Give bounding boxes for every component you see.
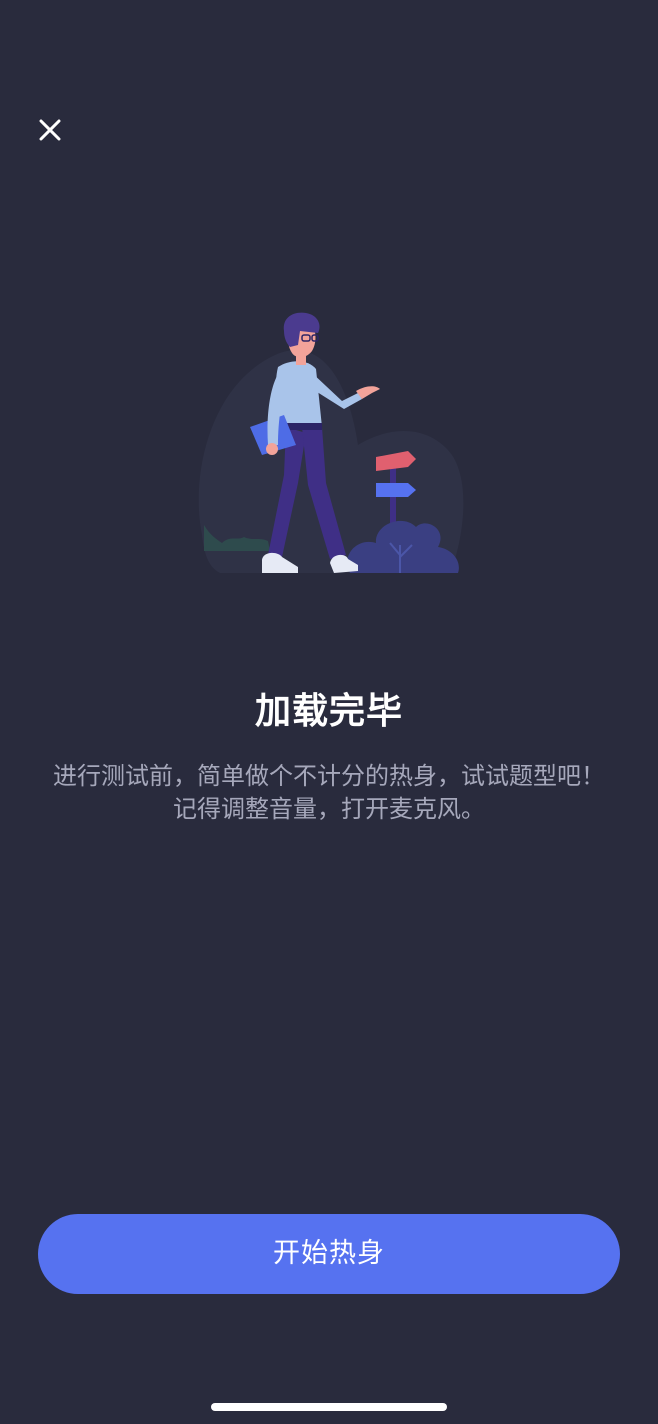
walking-man-signpost-illustration	[198, 312, 464, 573]
home-indicator	[211, 1403, 447, 1411]
illustration	[190, 305, 480, 590]
close-button[interactable]	[28, 108, 72, 152]
page-title: 加载完毕	[254, 691, 403, 732]
page-description: 进行测试前，简单做个不计分的热身，试试题型吧！记得调整音量，打开麦克风。	[53, 762, 605, 823]
close-icon	[39, 119, 61, 141]
start-warmup-button[interactable]: 开始热身	[38, 1214, 620, 1294]
